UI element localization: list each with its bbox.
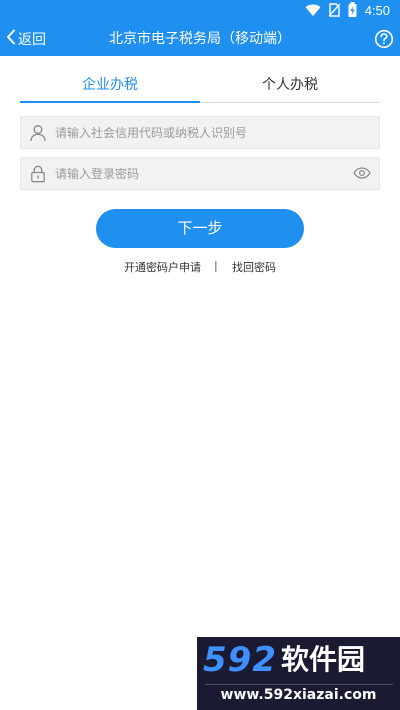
back-chevron-icon [6, 29, 16, 49]
password-input[interactable] [55, 158, 345, 189]
status-icons: 4:50 [305, 1, 390, 21]
taxpayer-id-field [20, 116, 380, 149]
user-icon [21, 117, 55, 148]
help-icon [374, 29, 394, 53]
app-header: 返回 北京市电子税务局（移动端） [0, 22, 400, 56]
no-sim-icon [328, 2, 341, 21]
auxiliary-links: 开通密码户申请 | 找回密码 [0, 259, 400, 275]
site-watermark: 592 软件园 www.592xiazai.com [197, 637, 400, 710]
eye-icon [353, 164, 371, 183]
password-field [20, 157, 380, 190]
battery-icon [348, 1, 357, 21]
taxpayer-id-input[interactable] [55, 117, 379, 148]
tab-enterprise-tax[interactable]: 企业办税 [20, 70, 200, 103]
register-password-link[interactable]: 开通密码户申请 [124, 259, 201, 275]
page-title: 北京市电子税务局（移动端） [109, 31, 291, 47]
watermark-brand-text: 软件园 [280, 643, 365, 676]
show-password-toggle[interactable] [345, 158, 379, 189]
back-label: 返回 [18, 32, 46, 48]
watermark-logo: 592 软件园 [203, 639, 395, 681]
tab-personal-tax[interactable]: 个人办税 [200, 70, 380, 102]
back-button[interactable]: 返回 [6, 22, 46, 56]
status-time: 4:50 [364, 3, 390, 18]
forgot-password-link[interactable]: 找回密码 [232, 259, 276, 275]
lock-icon [21, 158, 55, 189]
help-button[interactable] [374, 29, 394, 49]
next-step-button[interactable]: 下一步 [96, 209, 304, 248]
watermark-number: 592 [203, 640, 277, 680]
watermark-url: www.592xiazai.com [220, 687, 377, 703]
wifi-icon [305, 2, 321, 21]
watermark-divider [205, 684, 393, 685]
tab-bar: 企业办税 个人办税 [20, 70, 380, 103]
link-separator: | [214, 259, 218, 272]
status-bar: 4:50 [0, 0, 400, 22]
